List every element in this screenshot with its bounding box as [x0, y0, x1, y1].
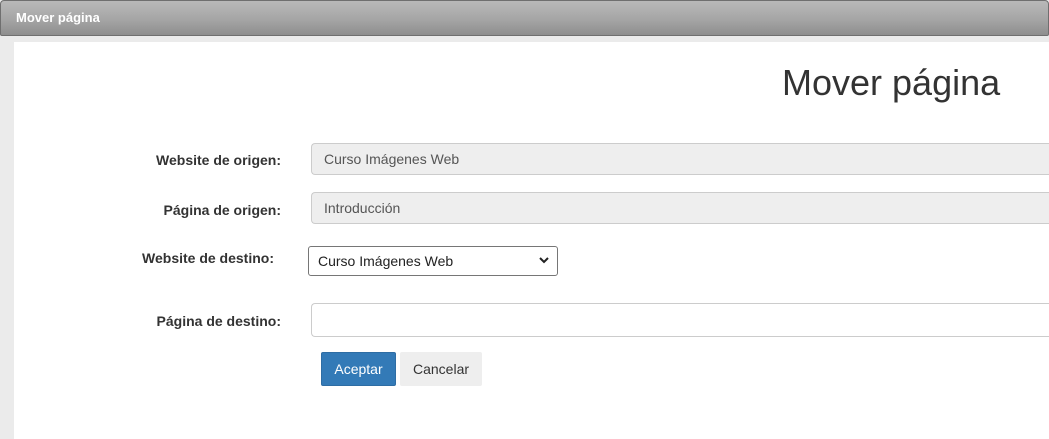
dialog-content: Mover página Website de origen: Curso Im… — [14, 42, 1049, 439]
target-website-select[interactable]: Curso Imágenes Web — [308, 246, 558, 276]
page-title: Mover página — [782, 62, 1001, 103]
dialog-title: Mover página — [16, 10, 100, 25]
chevron-down-icon — [539, 257, 549, 264]
dialog-window: Mover página Mover página Website de ori… — [0, 0, 1049, 439]
target-website-selected: Curso Imágenes Web — [318, 253, 454, 269]
target-website-label: Website de destino: — [142, 250, 274, 266]
accept-button[interactable]: Aceptar — [321, 352, 396, 386]
target-page-label: Página de destino: — [156, 313, 281, 329]
target-page-input[interactable] — [311, 303, 1049, 337]
source-website-label: Website de origen: — [156, 152, 281, 168]
dialog-titlebar[interactable]: Mover página — [0, 0, 1049, 36]
source-page-field: Introducción — [311, 192, 1049, 224]
source-website-field: Curso Imágenes Web — [311, 143, 1049, 175]
cancel-button[interactable]: Cancelar — [400, 352, 482, 386]
source-page-label: Página de origen: — [163, 202, 281, 218]
